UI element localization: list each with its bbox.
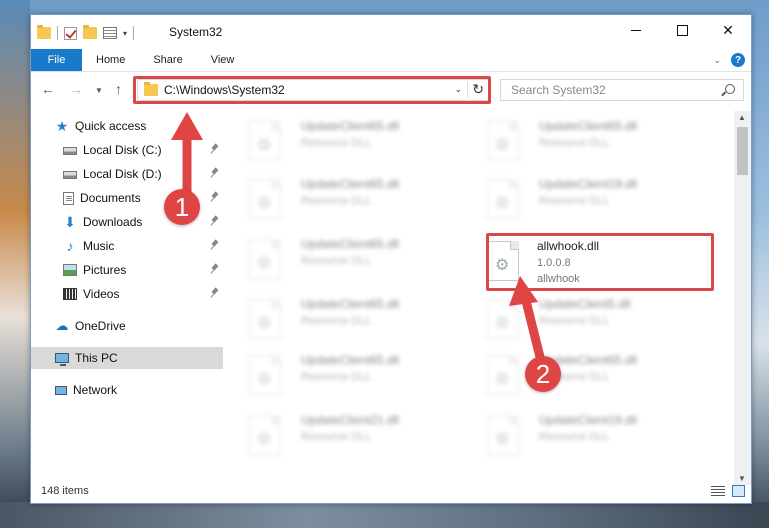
step-2-badge: 2 — [525, 356, 561, 392]
annotation-overlay — [171, 112, 545, 362]
arrow-step-2 — [509, 276, 545, 362]
step-1-badge: 1 — [164, 189, 200, 225]
arrow-step-1 — [171, 112, 203, 197]
